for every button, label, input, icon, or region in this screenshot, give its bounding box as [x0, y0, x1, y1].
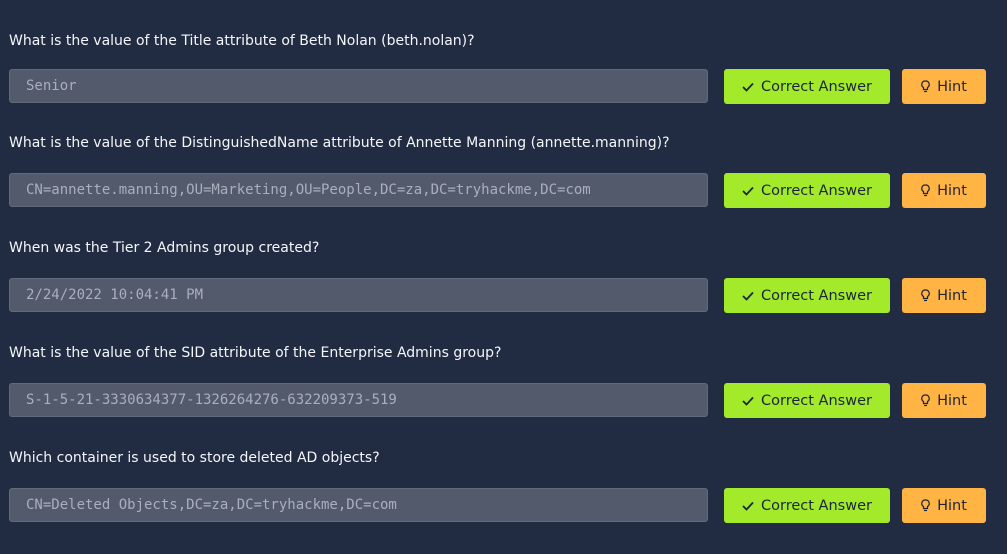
- hint-label: Hint: [937, 78, 967, 95]
- lightbulb-icon: [921, 394, 930, 407]
- question-block-5: Which container is used to store deleted…: [0, 449, 1007, 554]
- question-block-4: What is the value of the SID attribute o…: [0, 344, 1007, 449]
- question-text: What is the value of the Title attribute…: [9, 33, 475, 49]
- correct-answer-label: Correct Answer: [761, 182, 872, 199]
- hint-button[interactable]: Hint: [902, 69, 986, 104]
- answer-field[interactable]: CN=annette.manning,OU=Marketing,OU=Peopl…: [9, 173, 708, 207]
- answer-field[interactable]: S-1-5-21-3330634377-1326264276-632209373…: [9, 383, 708, 417]
- answer-field[interactable]: CN=Deleted Objects,DC=za,DC=tryhackme,DC…: [9, 488, 708, 522]
- question-text: What is the value of the SID attribute o…: [9, 345, 502, 361]
- hint-button[interactable]: Hint: [902, 383, 986, 418]
- correct-answer-label: Correct Answer: [761, 497, 872, 514]
- check-icon: [742, 501, 754, 511]
- correct-answer-button[interactable]: Correct Answer: [724, 278, 890, 313]
- question-block-1: What is the value of the Title attribute…: [0, 32, 1007, 137]
- hint-label: Hint: [937, 182, 967, 199]
- lightbulb-icon: [921, 289, 930, 302]
- answer-field[interactable]: 2/24/2022 10:04:41 PM: [9, 278, 708, 312]
- question-text: What is the value of the DistinguishedNa…: [9, 135, 670, 151]
- hint-label: Hint: [937, 497, 967, 514]
- correct-answer-button[interactable]: Correct Answer: [724, 383, 890, 418]
- correct-answer-button[interactable]: Correct Answer: [724, 488, 890, 523]
- partial-heading-strip: [9, 0, 249, 4]
- correct-answer-label: Correct Answer: [761, 287, 872, 304]
- check-icon: [742, 186, 754, 196]
- check-icon: [742, 291, 754, 301]
- hint-label: Hint: [937, 287, 967, 304]
- answer-field[interactable]: Senior: [9, 69, 708, 103]
- correct-answer-button[interactable]: Correct Answer: [724, 69, 890, 104]
- correct-answer-label: Correct Answer: [761, 392, 872, 409]
- lightbulb-icon: [921, 80, 930, 93]
- lightbulb-icon: [921, 499, 930, 512]
- question-block-3: When was the Tier 2 Admins group created…: [0, 239, 1007, 344]
- correct-answer-label: Correct Answer: [761, 78, 872, 95]
- check-icon: [742, 82, 754, 92]
- question-block-2: What is the value of the DistinguishedNa…: [0, 134, 1007, 239]
- hint-label: Hint: [937, 392, 967, 409]
- hint-button[interactable]: Hint: [902, 488, 986, 523]
- question-text: When was the Tier 2 Admins group created…: [9, 240, 320, 256]
- hint-button[interactable]: Hint: [902, 278, 986, 313]
- question-text: Which container is used to store deleted…: [9, 450, 380, 466]
- check-icon: [742, 396, 754, 406]
- correct-answer-button[interactable]: Correct Answer: [724, 173, 890, 208]
- lightbulb-icon: [921, 184, 930, 197]
- hint-button[interactable]: Hint: [902, 173, 986, 208]
